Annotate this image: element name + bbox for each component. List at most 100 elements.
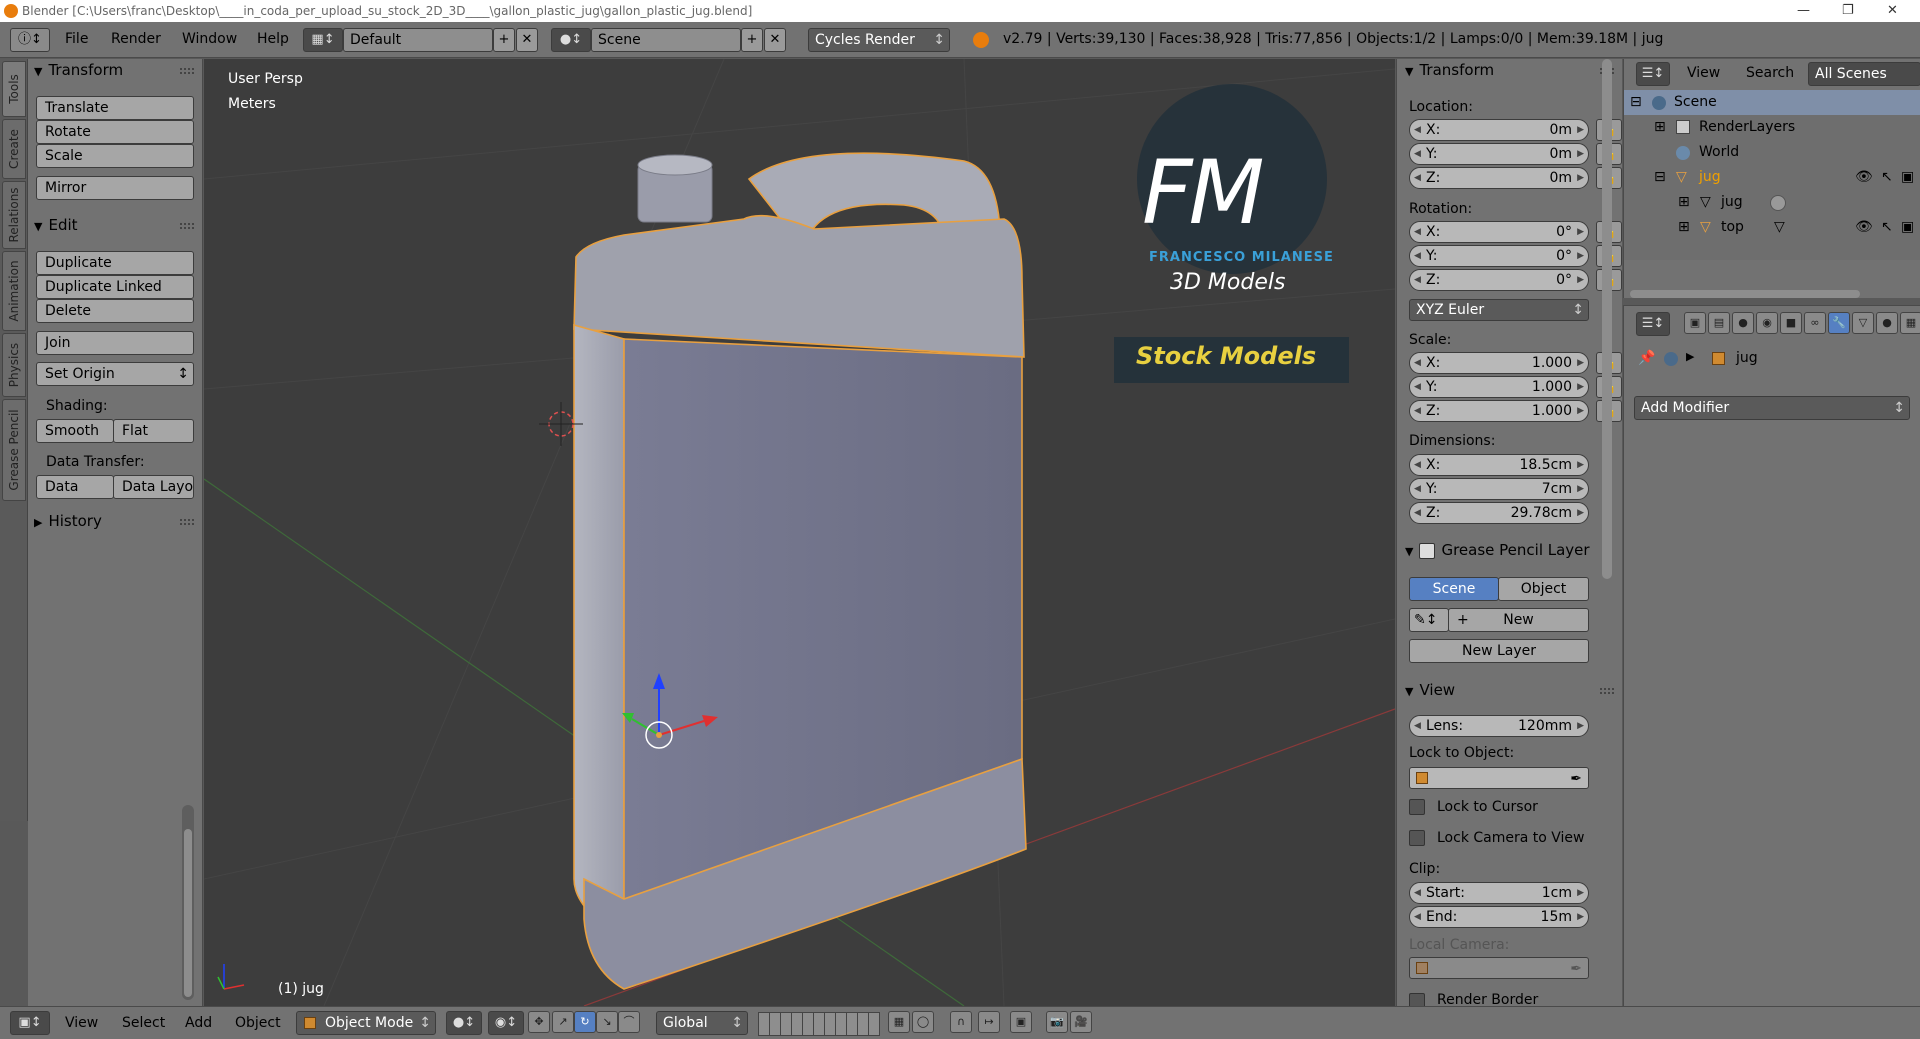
magnet-snap-icon[interactable]: ∩ xyxy=(950,1011,972,1033)
translate-manipulator-icon[interactable]: ↗ xyxy=(552,1011,574,1033)
render-animation-icon[interactable]: 🎥 xyxy=(1070,1011,1092,1033)
orientation-select[interactable]: Global ↕ xyxy=(656,1011,748,1035)
scene-field[interactable]: Scene xyxy=(591,28,741,52)
add-scene-button[interactable]: + xyxy=(741,28,763,52)
drag-grip-icon[interactable] xyxy=(1600,688,1614,694)
snap-element-icon[interactable]: ↦ xyxy=(978,1011,1000,1033)
mirror-button[interactable]: Mirror xyxy=(36,176,194,200)
view-panel-header[interactable]: ▼ View xyxy=(1405,681,1455,699)
gp-pencil-icon[interactable]: ✎↕ xyxy=(1409,608,1449,632)
restore-button[interactable]: ❐ xyxy=(1842,0,1854,22)
outliner-hscrollbar[interactable] xyxy=(1630,290,1860,298)
layer-buttons-2[interactable] xyxy=(824,1012,880,1036)
set-origin-select[interactable]: Set Origin ↕ xyxy=(36,362,194,386)
editor-type-3dview-button[interactable]: ▣↕ xyxy=(10,1011,50,1035)
menu-render[interactable]: Render xyxy=(111,31,161,47)
outliner-menu-view[interactable]: View xyxy=(1687,65,1720,81)
curve-icon[interactable]: ⌒ xyxy=(618,1011,640,1033)
jug-model[interactable] xyxy=(573,152,1027,990)
outliner-row-jug-object[interactable]: ⊟ ▽ jug 👁 ↖ ▣ xyxy=(1624,165,1920,190)
history-panel-header[interactable]: ▶ History xyxy=(34,512,102,530)
expand-icon[interactable]: ⊞ xyxy=(1678,190,1690,215)
location-x-field[interactable]: ◀ X: 0m ▶ xyxy=(1409,119,1589,141)
local-camera-field[interactable]: ✒ xyxy=(1409,957,1589,979)
mode-select[interactable]: Object Mode ↕ xyxy=(296,1011,436,1035)
grease-pencil-layer-header[interactable]: ▼ Grease Pencil Layer xyxy=(1405,541,1590,559)
shading-mode-button[interactable]: ●↕ xyxy=(446,1011,482,1035)
object-tab-icon[interactable]: ■ xyxy=(1780,312,1802,334)
duplicate-linked-button[interactable]: Duplicate Linked xyxy=(36,275,194,299)
lock-to-cursor-checkbox[interactable] xyxy=(1409,799,1425,815)
drag-grip-icon[interactable] xyxy=(180,519,194,525)
cursor-icon[interactable]: ↖ xyxy=(1881,215,1893,240)
grease-pencil-checkbox[interactable] xyxy=(1419,542,1436,559)
expand-icon[interactable]: ⊞ xyxy=(1654,115,1666,140)
scale-z-field[interactable]: ◀ Z: 1.000 ▶ xyxy=(1409,400,1589,422)
material-tab-icon[interactable]: ● xyxy=(1876,312,1898,334)
data-tab-icon[interactable]: ▽ xyxy=(1852,312,1874,334)
outliner-row-top[interactable]: ⊞ ▽ top ▽ 👁 ↖ ▣ xyxy=(1624,215,1920,240)
edit-panel-header[interactable]: ▼ Edit xyxy=(34,216,78,234)
render-engine-select[interactable]: Cycles Render ↕ xyxy=(808,28,950,52)
menu-object[interactable]: Object xyxy=(235,1015,281,1031)
menu-view[interactable]: View xyxy=(65,1015,98,1031)
manipulator-toggle-icon[interactable]: ✥ xyxy=(528,1011,550,1033)
smooth-button[interactable]: Smooth xyxy=(36,419,114,443)
dimensions-x-field[interactable]: ◀ X: 18.5cm ▶ xyxy=(1409,454,1589,476)
editor-type-info-button[interactable]: ⓘ↕ xyxy=(10,28,50,52)
dimensions-y-field[interactable]: ◀ Y: 7cm ▶ xyxy=(1409,478,1589,500)
lock-camera-checkbox[interactable] xyxy=(1409,830,1425,846)
npanel-scrollbar-thumb[interactable] xyxy=(1602,59,1612,579)
location-z-field[interactable]: ◀ Z: 0m ▶ xyxy=(1409,167,1589,189)
delete-button[interactable]: Delete xyxy=(36,299,194,323)
dimensions-z-field[interactable]: ◀ Z: 29.78cm ▶ xyxy=(1409,502,1589,524)
3d-viewport[interactable]: FM FRANCESCO MILANESE 3D Models Stock Mo… xyxy=(204,59,1395,1006)
rotation-x-field[interactable]: ◀ X: 0° ▶ xyxy=(1409,221,1589,243)
flat-button[interactable]: Flat xyxy=(113,419,194,443)
modifiers-tab-icon[interactable]: 🔧 xyxy=(1828,312,1850,334)
outliner-row-scene[interactable]: ⊟ Scene xyxy=(1624,90,1920,115)
camera-icon[interactable]: ▣ xyxy=(1901,165,1914,190)
outliner-row-renderlayers[interactable]: ⊞ RenderLayers xyxy=(1624,115,1920,140)
clip-end-field[interactable]: ◀ End: 15m ▶ xyxy=(1409,906,1589,928)
translate-button[interactable]: Translate xyxy=(36,96,194,120)
collapse-icon[interactable]: ⊟ xyxy=(1654,165,1666,190)
gp-new-layer-button[interactable]: New Layer xyxy=(1409,639,1589,663)
camera-icon[interactable]: ▣ xyxy=(1901,215,1914,240)
layers-icon[interactable]: ▦ xyxy=(888,1011,910,1033)
drag-grip-icon[interactable] xyxy=(180,68,194,74)
expand-icon[interactable]: ⊞ xyxy=(1678,215,1690,240)
scale-manipulator-icon[interactable]: ↘ xyxy=(596,1011,618,1033)
transform-panel-header[interactable]: ▼ Transform xyxy=(1405,61,1494,79)
lens-field[interactable]: ◀ Lens: 120mm ▶ xyxy=(1409,715,1589,737)
close-window-button[interactable]: ✕ xyxy=(1887,0,1898,22)
duplicate-button[interactable]: Duplicate xyxy=(36,251,194,275)
menu-select[interactable]: Select xyxy=(122,1015,165,1031)
scale-x-field[interactable]: ◀ X: 1.000 ▶ xyxy=(1409,352,1589,374)
outliner-row-world[interactable]: World xyxy=(1624,140,1920,165)
proportional-edit-icon[interactable]: ◯ xyxy=(912,1011,934,1033)
collapse-icon[interactable]: ⊟ xyxy=(1630,90,1642,115)
join-button[interactable]: Join xyxy=(36,331,194,355)
eye-icon[interactable]: 👁 xyxy=(1855,215,1873,240)
pin-icon[interactable]: 📌 xyxy=(1638,350,1655,366)
outliner-editor-type-button[interactable]: ☰↕ xyxy=(1636,62,1670,86)
snap-target-icon[interactable]: ▣ xyxy=(1010,1011,1032,1033)
rotate-manipulator-icon[interactable]: ↻ xyxy=(574,1011,596,1033)
transform-panel-header[interactable]: ▼ Transform xyxy=(34,61,123,79)
outliner-filter-select[interactable]: All Scenes xyxy=(1808,62,1920,86)
clip-start-field[interactable]: ◀ Start: 1cm ▶ xyxy=(1409,882,1589,904)
tab-create[interactable]: Create xyxy=(2,119,26,179)
menu-window[interactable]: Window xyxy=(182,31,237,47)
lock-to-object-field[interactable]: ✒ xyxy=(1409,767,1589,789)
tab-animation[interactable]: Animation xyxy=(2,251,26,331)
gp-tab-scene[interactable]: Scene xyxy=(1409,577,1499,601)
rotation-z-field[interactable]: ◀ Z: 0° ▶ xyxy=(1409,269,1589,291)
tab-tools[interactable]: Tools xyxy=(2,61,26,117)
rotation-y-field[interactable]: ◀ Y: 0° ▶ xyxy=(1409,245,1589,267)
constraints-tab-icon[interactable]: ∞ xyxy=(1804,312,1826,334)
properties-editor-type-button[interactable]: ☰↕ xyxy=(1636,312,1670,336)
rotation-mode-select[interactable]: XYZ Euler ↕ xyxy=(1409,299,1589,321)
scale-y-field[interactable]: ◀ Y: 1.000 ▶ xyxy=(1409,376,1589,398)
add-modifier-select[interactable]: Add Modifier ↕ xyxy=(1634,396,1910,420)
